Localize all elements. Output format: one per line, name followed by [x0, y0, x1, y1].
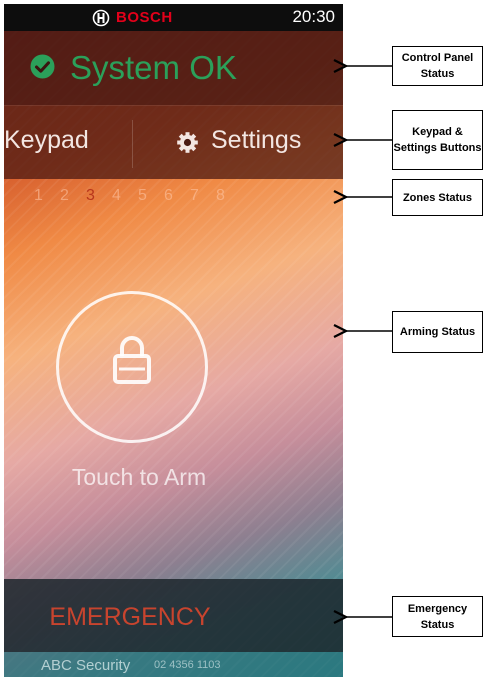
zone-3[interactable]: 3: [86, 187, 112, 207]
settings-label: Settings: [211, 126, 302, 154]
company-phone: 02 4356 1103: [154, 659, 221, 671]
company-name: ABC Security: [41, 657, 131, 674]
status-bar: BOSCH 20:30: [4, 4, 343, 31]
brand-name: BOSCH: [116, 9, 173, 26]
footer: ABC Security 02 4356 1103: [4, 652, 343, 677]
arm-button[interactable]: [56, 291, 208, 443]
clock: 20:30: [292, 7, 335, 26]
zones-status: 1 2 3 4 5 6 7 8: [34, 187, 242, 207]
keypad-settings-row: Keypad Settings: [4, 105, 343, 179]
emergency-button[interactable]: EMERGENCY: [4, 579, 343, 652]
zone-2[interactable]: 2: [60, 187, 86, 207]
lock-icon: [113, 336, 151, 384]
arm-label: Touch to Arm: [71, 464, 207, 490]
gear-icon: [177, 132, 198, 153]
callout-emergency-status: Emergency Status: [392, 596, 483, 637]
callout-keypad-settings: Keypad & Settings Buttons: [392, 110, 483, 170]
system-status-text: System OK: [70, 49, 237, 86]
callout-arming-status: Arming Status: [392, 311, 483, 353]
zone-7[interactable]: 7: [190, 187, 216, 207]
bosch-logo-icon: [92, 9, 110, 27]
keypad-label: Keypad: [4, 126, 89, 154]
callout-control-panel-status: Control Panel Status: [392, 46, 483, 86]
keypad-button[interactable]: Keypad: [4, 106, 132, 180]
control-panel-status: System OK: [4, 31, 343, 105]
settings-button[interactable]: Settings: [133, 106, 343, 180]
zone-4[interactable]: 4: [112, 187, 138, 207]
zone-8[interactable]: 8: [216, 187, 242, 207]
security-app-screen: BOSCH 20:30 System OK Keypad Settings 1 …: [4, 4, 343, 677]
emergency-label: EMERGENCY: [49, 603, 211, 631]
checkmark-circle-icon: [30, 54, 55, 79]
callout-zones-status: Zones Status: [392, 179, 483, 216]
zone-1[interactable]: 1: [34, 187, 60, 207]
zone-6[interactable]: 6: [164, 187, 190, 207]
zone-5[interactable]: 5: [138, 187, 164, 207]
